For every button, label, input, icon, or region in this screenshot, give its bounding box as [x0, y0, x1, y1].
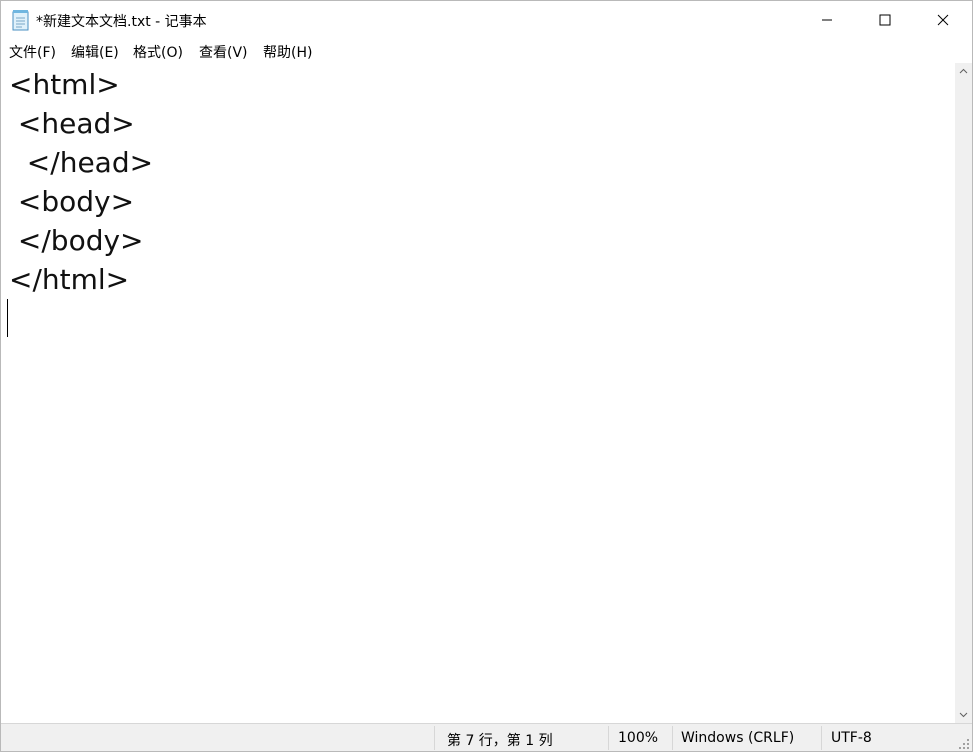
cursor-position: 第 7 行，第 1 列 [447, 733, 553, 749]
scroll-down-button[interactable] [955, 706, 972, 723]
menu-file[interactable]: 文件(F) [9, 42, 56, 62]
maximize-icon [879, 14, 891, 26]
editor-line: <body> [9, 185, 135, 218]
window-title: *新建文本文档.txt - 记事本 [36, 14, 207, 30]
vertical-scrollbar[interactable] [955, 63, 972, 723]
editor-line: <html> [9, 68, 120, 101]
status-divider [434, 726, 435, 750]
editor-line: </html> [9, 263, 130, 296]
status-divider [608, 726, 609, 750]
close-icon [937, 14, 949, 26]
menu-edit[interactable]: 编辑(E) [71, 42, 119, 62]
status-divider [672, 726, 673, 750]
editor-line: </head> [9, 146, 154, 179]
chevron-down-icon [959, 712, 968, 718]
resize-grip-icon[interactable] [958, 738, 970, 750]
close-button[interactable] [914, 1, 972, 39]
maximize-button[interactable] [856, 1, 914, 39]
scroll-up-button[interactable] [955, 63, 972, 80]
encoding: UTF-8 [831, 730, 872, 746]
menu-bar: 文件(F) 编辑(E) 格式(O) 查看(V) 帮助(H) [1, 39, 972, 63]
line-ending: Windows (CRLF) [681, 730, 795, 746]
menu-help[interactable]: 帮助(H) [263, 42, 312, 62]
chevron-up-icon [959, 68, 968, 74]
status-divider [821, 726, 822, 750]
notepad-window: *新建文本文档.txt - 记事本 文件(F) 编辑(E) 格式(O) 查看(V… [0, 0, 973, 752]
minimize-icon [822, 19, 832, 21]
editor-line: <head> [9, 107, 135, 140]
notepad-icon [11, 9, 31, 31]
minimize-button[interactable] [798, 1, 856, 39]
editor-line: </body> [9, 224, 144, 257]
menu-view[interactable]: 查看(V) [199, 42, 248, 62]
text-editor[interactable]: <html> <head> </head> <body> </body> </h… [1, 63, 955, 723]
zoom-level: 100% [618, 730, 659, 746]
menu-format[interactable]: 格式(O) [133, 42, 183, 62]
text-caret [7, 299, 8, 337]
title-bar[interactable]: *新建文本文档.txt - 记事本 [1, 1, 972, 39]
status-bar: 第 7 行，第 1 列 100% Windows (CRLF) UTF-8 [1, 723, 972, 751]
